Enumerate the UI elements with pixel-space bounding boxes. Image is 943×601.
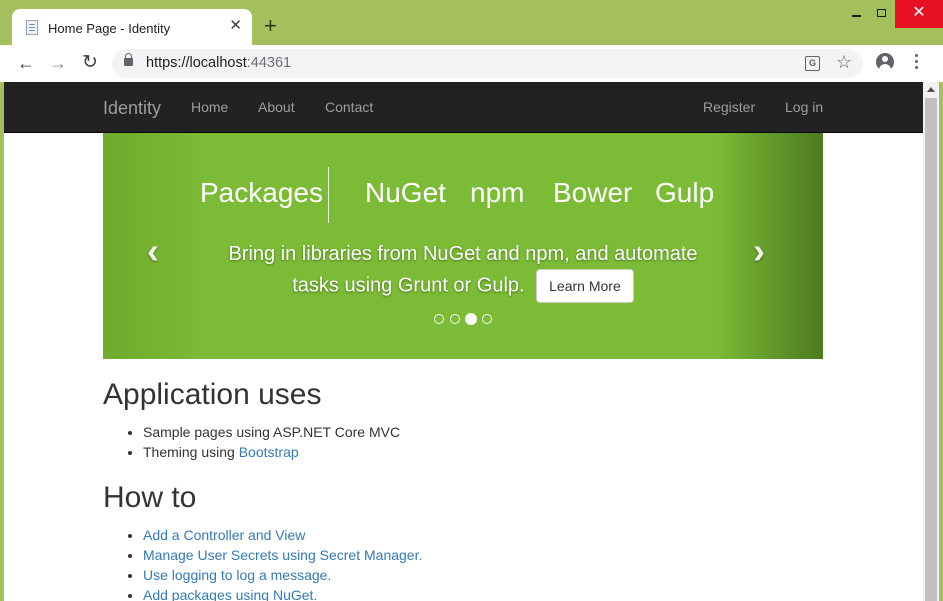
maximize-icon (877, 9, 886, 17)
nav-link-home[interactable]: Home (191, 99, 228, 115)
list-item: Add packages using NuGet. (143, 585, 422, 601)
carousel-packages-label: Packages (200, 177, 323, 208)
how-to-link[interactable]: Use logging to log a message. (143, 567, 331, 583)
how-to-link[interactable]: Add a Controller and View (143, 527, 305, 543)
new-tab-button[interactable]: + (264, 15, 277, 37)
list-item: Theming using Bootstrap (143, 442, 400, 462)
minimize-icon (852, 15, 861, 17)
page-scrollbar[interactable] (923, 82, 939, 601)
page-viewport: Identity Home About Contact Register Log… (4, 82, 939, 601)
nav-link-register[interactable]: Register (703, 99, 755, 115)
tab-close-icon[interactable]: ✕ (229, 18, 242, 33)
carousel-indicator[interactable] (434, 314, 444, 324)
carousel-tool-npm: npm (470, 177, 525, 208)
carousel-next-icon[interactable]: › (753, 230, 765, 272)
nav-link-contact[interactable]: Contact (325, 99, 373, 115)
translate-icon[interactable]: G (805, 56, 820, 71)
application-uses-list: Sample pages using ASP.NET Core MVC Them… (143, 422, 400, 462)
close-window-button[interactable]: ✕ (895, 0, 943, 28)
kebab-menu-icon[interactable] (915, 54, 919, 72)
back-arrow-icon[interactable]: ← (14, 51, 38, 75)
carousel-tool-nuget: NuGet (365, 177, 446, 208)
scroll-up-arrow-icon[interactable] (927, 87, 935, 92)
tab-title: Home Page - Identity (48, 21, 171, 36)
site-navbar: Identity Home About Contact Register Log… (4, 82, 923, 133)
carousel-tool-bower: Bower (553, 177, 633, 208)
nav-link-about[interactable]: About (258, 99, 295, 115)
reload-icon[interactable]: ↻ (78, 51, 102, 75)
list-item: Add a Controller and View (143, 525, 422, 545)
browser-tab[interactable]: Home Page - Identity ✕ (12, 9, 252, 45)
how-to-link[interactable]: Add packages using NuGet. (143, 587, 317, 601)
learn-more-button[interactable]: Learn More (536, 269, 634, 303)
list-item: Manage User Secrets using Secret Manager… (143, 545, 422, 565)
list-item: Sample pages using ASP.NET Core MVC (143, 422, 400, 442)
carousel-divider (328, 167, 329, 223)
carousel-caption: Bring in libraries from NuGet and npm, a… (223, 239, 703, 303)
how-to-list: Add a Controller and View Manage User Se… (143, 525, 422, 601)
navbar-brand[interactable]: Identity (103, 98, 161, 119)
browser-toolbar: ← → ↻ https://localhost:44361 G ☆ (0, 45, 943, 82)
carousel-tool-gulp: Gulp (655, 177, 715, 208)
account-icon[interactable] (876, 53, 894, 71)
address-bar[interactable]: https://localhost:44361 G ☆ (112, 49, 863, 78)
how-to-link[interactable]: Manage User Secrets using Secret Manager… (143, 547, 422, 563)
section-heading-how-to: How to (103, 481, 197, 514)
section-heading-application-uses: Application uses (103, 378, 322, 411)
carousel-prev-icon[interactable]: ‹ (147, 230, 159, 272)
forward-arrow-icon[interactable]: → (46, 51, 70, 75)
lock-icon[interactable] (124, 53, 133, 66)
bootstrap-link[interactable]: Bootstrap (239, 444, 299, 460)
carousel: Packages NuGet npm Bower Gulp Bring in l… (103, 133, 823, 359)
carousel-indicator[interactable] (450, 314, 460, 324)
bookmark-star-icon[interactable]: ☆ (836, 52, 852, 73)
carousel-indicator[interactable] (482, 314, 492, 324)
url-text[interactable]: https://localhost:44361 (146, 55, 291, 71)
nav-link-login[interactable]: Log in (785, 99, 823, 115)
page-favicon-icon (26, 20, 38, 35)
scroll-thumb[interactable] (925, 98, 937, 601)
carousel-indicator-active[interactable] (465, 313, 477, 325)
browser-titlebar: Home Page - Identity ✕ + ✕ (0, 0, 943, 45)
list-item: Use logging to log a message. (143, 565, 422, 585)
